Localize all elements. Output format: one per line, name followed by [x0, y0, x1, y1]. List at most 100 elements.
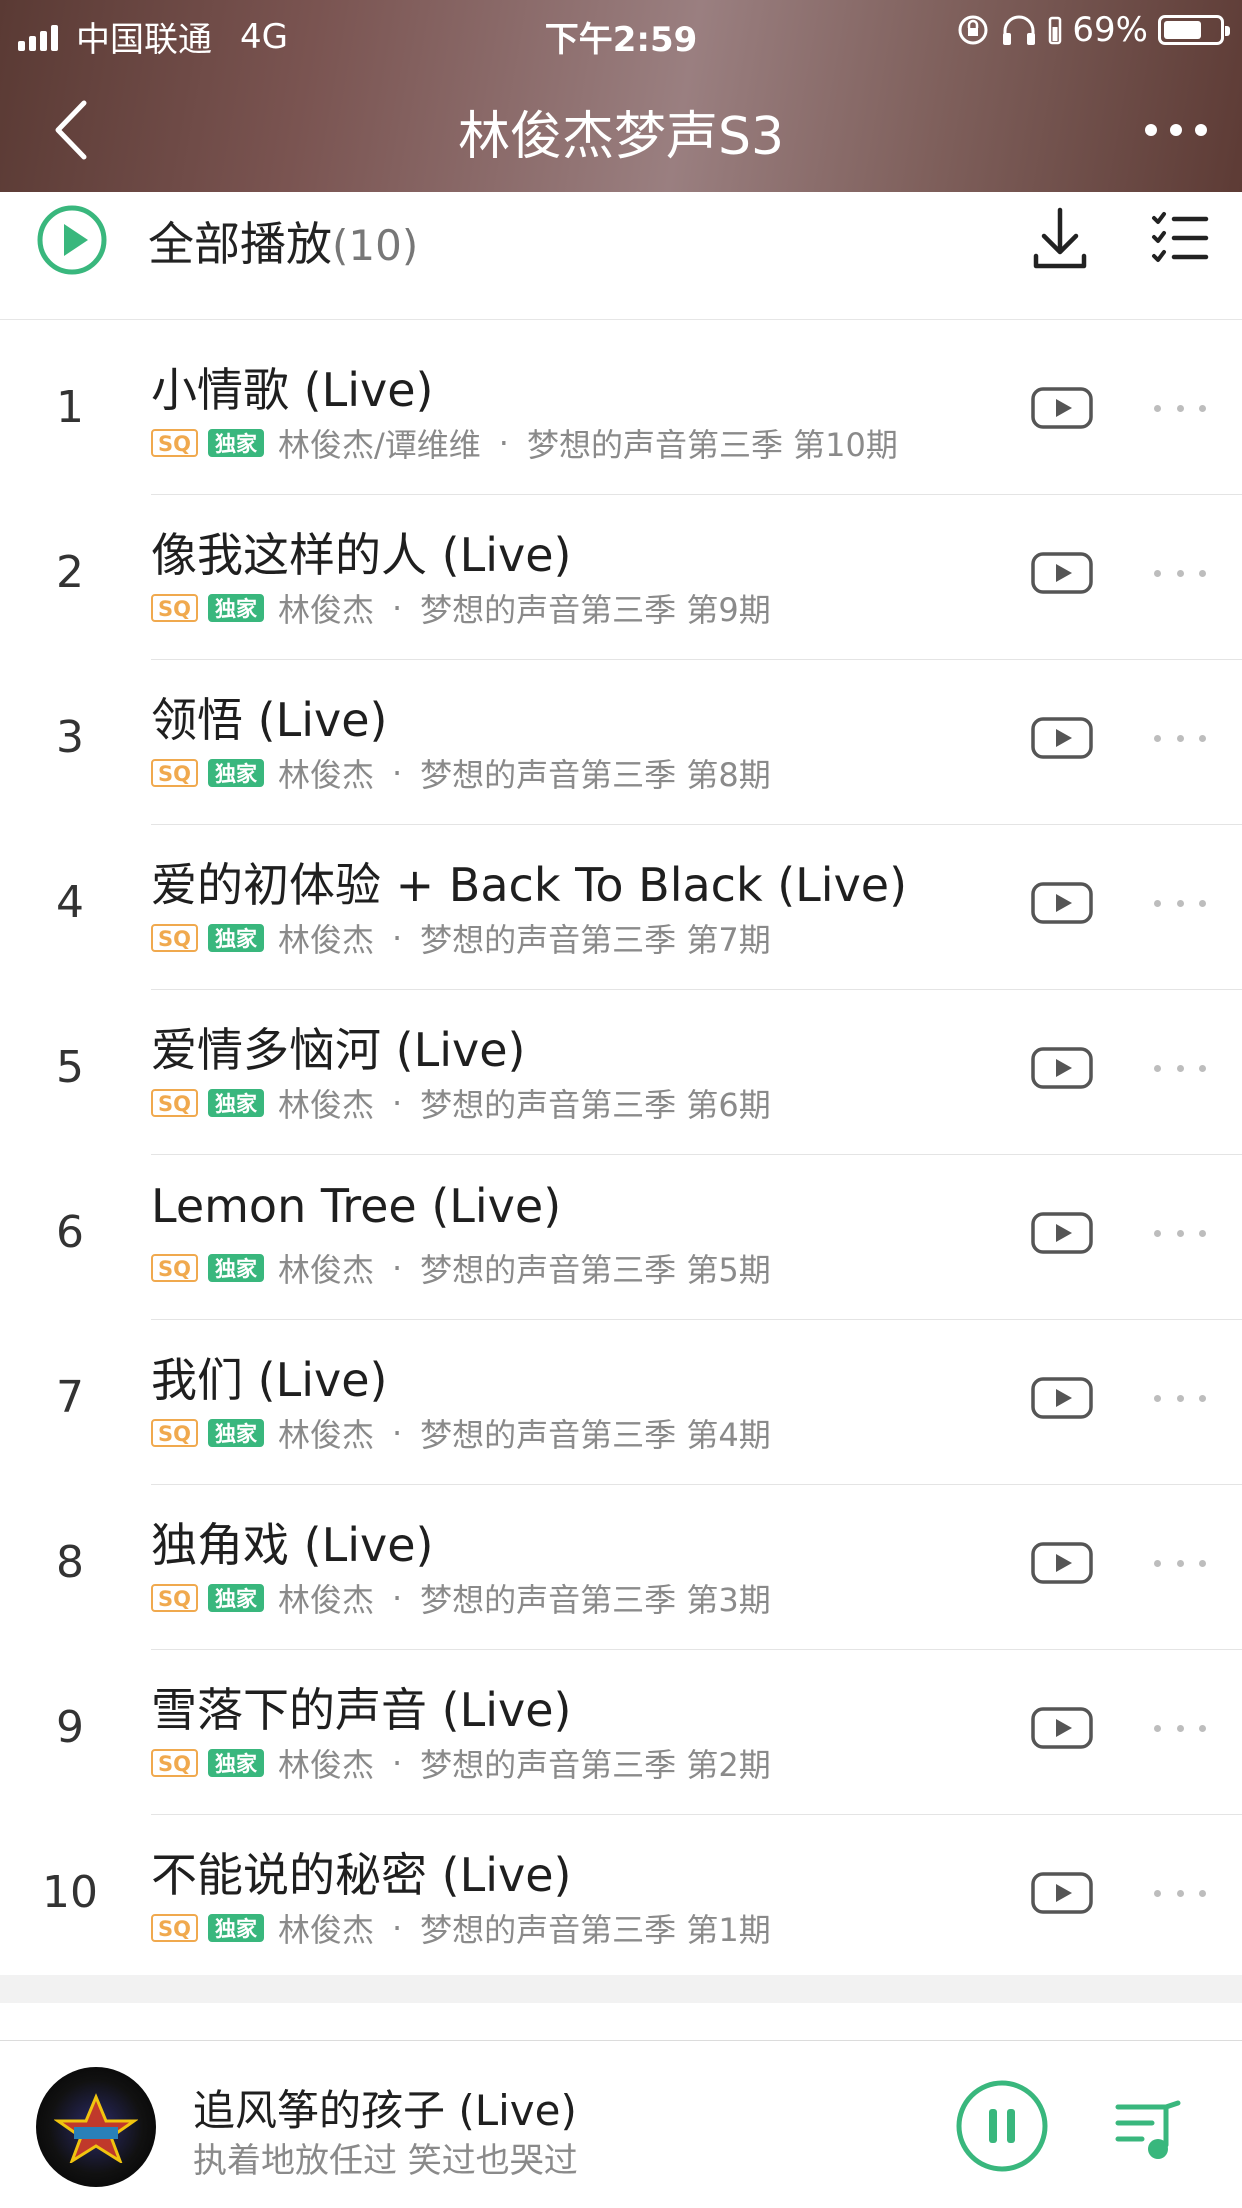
song-album: 梦想的声音第三季 第10期	[526, 426, 898, 464]
meta-separator: ·	[392, 1579, 403, 1617]
exclusive-badge: 独家	[207, 1254, 264, 1282]
sq-badge: SQ	[151, 1419, 198, 1447]
album-cover[interactable]	[36, 2067, 156, 2187]
song-album: 梦想的声音第三季 第6期	[420, 1086, 771, 1124]
song-row[interactable]: 7 我们 (Live) SQ 独家 林俊杰 · 梦想的声音第三季 第4期	[0, 1320, 1242, 1485]
song-artist: 林俊杰	[277, 1911, 374, 1949]
headphones-icon	[1003, 15, 1036, 45]
song-title: 爱情多恼河 (Live)	[151, 1023, 526, 1077]
more-dots-icon[interactable]	[1148, 1710, 1212, 1746]
video-play-icon[interactable]	[1030, 1541, 1094, 1585]
song-artist: 林俊杰	[277, 1086, 374, 1124]
song-row[interactable]: 8 独角戏 (Live) SQ 独家 林俊杰 · 梦想的声音第三季 第3期	[0, 1485, 1242, 1650]
video-play-icon[interactable]	[1030, 1706, 1094, 1750]
more-dots-icon[interactable]	[1148, 1545, 1212, 1581]
more-dots-icon[interactable]	[1148, 885, 1212, 921]
song-meta: SQ 独家 林俊杰 · 梦想的声音第三季 第3期	[151, 1575, 771, 1621]
song-row[interactable]: 3 领悟 (Live) SQ 独家 林俊杰 · 梦想的声音第三季 第8期	[0, 660, 1242, 825]
download-icon[interactable]	[1030, 206, 1090, 272]
more-dots-icon[interactable]	[1148, 1215, 1212, 1251]
exclusive-badge: 独家	[207, 1749, 264, 1777]
more-options-button[interactable]	[1136, 102, 1216, 158]
meta-separator: ·	[392, 1084, 403, 1122]
more-dots-icon[interactable]	[1148, 555, 1212, 591]
more-dots-icon[interactable]	[1148, 1050, 1212, 1086]
track-number: 9	[56, 1702, 84, 1753]
pause-circle-icon[interactable]	[955, 2079, 1049, 2173]
sq-badge: SQ	[151, 1914, 198, 1942]
song-artist: 林俊杰	[277, 591, 374, 629]
track-number: 10	[42, 1867, 98, 1918]
song-artist: 林俊杰	[277, 1581, 374, 1619]
play-all-bar: 全部播放(10)	[0, 192, 1242, 320]
exclusive-badge: 独家	[207, 1089, 264, 1117]
more-dots-icon[interactable]	[1148, 1380, 1212, 1416]
exclusive-badge: 独家	[207, 759, 264, 787]
video-play-icon[interactable]	[1030, 716, 1094, 760]
now-playing-title: 追风筝的孩子 (Live)	[193, 2086, 577, 2135]
play-all-label: 全部播放	[148, 217, 332, 271]
multi-select-list-icon[interactable]	[1150, 210, 1210, 268]
sq-badge: SQ	[151, 1584, 198, 1612]
play-all-button[interactable]: 全部播放(10)	[148, 208, 418, 274]
track-number: 3	[56, 712, 84, 763]
song-title: 雪落下的声音 (Live)	[151, 1683, 572, 1737]
song-meta: SQ 独家 林俊杰 · 梦想的声音第三季 第7期	[151, 915, 771, 961]
exclusive-badge: 独家	[207, 594, 264, 622]
status-bar: 中国联通 4G 下午2:59 69%	[0, 0, 1242, 62]
song-title: 我们 (Live)	[151, 1353, 388, 1407]
video-play-icon[interactable]	[1030, 551, 1094, 595]
sq-badge: SQ	[151, 429, 198, 457]
sq-badge: SQ	[151, 924, 198, 952]
video-play-icon[interactable]	[1030, 881, 1094, 925]
sq-badge: SQ	[151, 1254, 198, 1282]
song-row[interactable]: 5 爱情多恼河 (Live) SQ 独家 林俊杰 · 梦想的声音第三季 第6期	[0, 990, 1242, 1155]
playlist-icon[interactable]	[1112, 2093, 1184, 2165]
battery-small-icon	[1049, 16, 1062, 45]
exclusive-badge: 独家	[207, 924, 264, 952]
song-row[interactable]: 2 像我这样的人 (Live) SQ 独家 林俊杰 · 梦想的声音第三季 第9期	[0, 495, 1242, 660]
star-logo-icon	[54, 2093, 138, 2163]
song-artist: 林俊杰	[277, 756, 374, 794]
more-dots-icon[interactable]	[1148, 1875, 1212, 1911]
song-row[interactable]: 10 不能说的秘密 (Live) SQ 独家 林俊杰 · 梦想的声音第三季 第1…	[0, 1815, 1242, 1980]
song-meta: SQ 独家 林俊杰 · 梦想的声音第三季 第5期	[151, 1245, 771, 1291]
battery-icon	[1158, 15, 1230, 45]
song-artist: 林俊杰	[277, 921, 374, 959]
section-gap	[0, 1975, 1242, 2003]
song-artist: 林俊杰	[277, 1251, 374, 1289]
battery-percent: 69%	[1072, 10, 1148, 50]
song-artist: 林俊杰	[277, 1746, 374, 1784]
meta-separator: ·	[392, 1744, 403, 1782]
song-row[interactable]: 6 Lemon Tree (Live) SQ 独家 林俊杰 · 梦想的声音第三季…	[0, 1155, 1242, 1320]
video-play-icon[interactable]	[1030, 1046, 1094, 1090]
header: 中国联通 4G 下午2:59 69% 林俊杰梦声S3	[0, 0, 1242, 192]
sq-badge: SQ	[151, 594, 198, 622]
page-title: 林俊杰梦声S3	[457, 107, 785, 167]
track-number: 1	[56, 382, 84, 433]
video-play-icon[interactable]	[1030, 1871, 1094, 1915]
video-play-icon[interactable]	[1030, 386, 1094, 430]
play-all-count: (10)	[332, 221, 419, 270]
song-title: 独角戏 (Live)	[151, 1518, 434, 1572]
video-play-icon[interactable]	[1030, 1376, 1094, 1420]
song-album: 梦想的声音第三季 第7期	[420, 921, 771, 959]
song-album: 梦想的声音第三季 第1期	[420, 1911, 771, 1949]
video-play-icon[interactable]	[1030, 1211, 1094, 1255]
meta-separator: ·	[392, 1909, 403, 1947]
more-dots-icon[interactable]	[1148, 720, 1212, 756]
song-row[interactable]: 1 小情歌 (Live) SQ 独家 林俊杰/谭维维 · 梦想的声音第三季 第1…	[0, 330, 1242, 495]
song-meta: SQ 独家 林俊杰 · 梦想的声音第三季 第4期	[151, 1410, 771, 1456]
track-number: 6	[56, 1207, 84, 1258]
sq-badge: SQ	[151, 1089, 198, 1117]
more-dots-icon[interactable]	[1148, 390, 1212, 426]
play-circle-icon[interactable]	[36, 204, 108, 276]
track-number: 5	[56, 1042, 84, 1093]
track-number: 4	[56, 877, 84, 928]
song-meta: SQ 独家 林俊杰 · 梦想的声音第三季 第2期	[151, 1740, 771, 1786]
song-title: 领悟 (Live)	[151, 693, 388, 747]
exclusive-badge: 独家	[207, 1419, 264, 1447]
song-row[interactable]: 9 雪落下的声音 (Live) SQ 独家 林俊杰 · 梦想的声音第三季 第2期	[0, 1650, 1242, 1815]
song-row[interactable]: 4 爱的初体验 + Back To Black (Live) SQ 独家 林俊杰…	[0, 825, 1242, 990]
mini-player[interactable]: 追风筝的孩子 (Live) 执着地放任过 笑过也哭过	[0, 2041, 1242, 2208]
